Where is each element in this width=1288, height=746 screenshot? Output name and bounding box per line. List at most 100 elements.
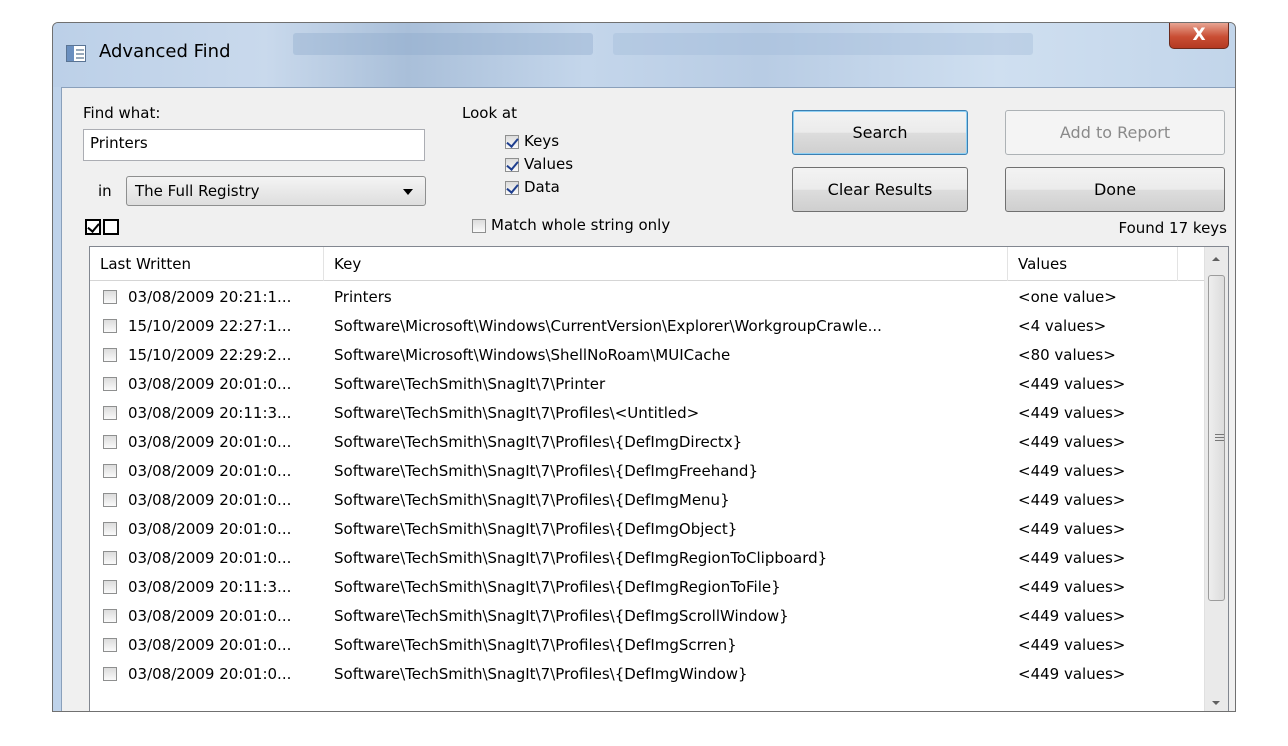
- search-button[interactable]: Search: [792, 110, 968, 155]
- cell-key: Printers: [334, 288, 392, 306]
- cell-values: <449 values>: [1018, 375, 1126, 393]
- cell-key: Software\Microsoft\Windows\CurrentVersio…: [334, 317, 882, 335]
- cell-values: <449 values>: [1018, 491, 1126, 509]
- scroll-thumb[interactable]: [1208, 275, 1225, 601]
- scroll-up-icon[interactable]: [1205, 247, 1228, 271]
- table-row[interactable]: 03/08/2009 20:01:0... Software\TechSmith\…: [90, 372, 1204, 397]
- table-row[interactable]: 03/08/2009 20:01:0... Software\TechSmith\…: [90, 459, 1204, 484]
- table-row[interactable]: 03/08/2009 20:01:0... Software\TechSmith\…: [90, 662, 1204, 687]
- table-row[interactable]: 15/10/2009 22:27:1... Software\Microsoft\…: [90, 314, 1204, 339]
- close-icon: X: [1192, 25, 1206, 45]
- row-checkbox[interactable]: [103, 638, 117, 652]
- checkbox-icon: [505, 134, 519, 149]
- table-row[interactable]: 03/08/2009 20:01:0... Software\TechSmith\…: [90, 430, 1204, 455]
- vertical-scrollbar[interactable]: [1204, 247, 1228, 711]
- column-header-last-written[interactable]: Last Written: [90, 247, 324, 281]
- background-ghost: [613, 33, 1033, 55]
- cell-key: Software\TechSmith\SnagIt\7\Profiles\{De…: [334, 462, 758, 480]
- cell-values: <449 values>: [1018, 549, 1126, 567]
- clear-results-button[interactable]: Clear Results: [792, 167, 968, 212]
- row-checkbox[interactable]: [103, 319, 117, 333]
- background-ghost: [293, 33, 593, 55]
- look-at-keys-label: Keys: [524, 132, 560, 150]
- cell-values: <449 values>: [1018, 404, 1126, 422]
- row-checkbox[interactable]: [103, 290, 117, 304]
- cell-values: <449 values>: [1018, 462, 1126, 480]
- column-header-values[interactable]: Values: [1008, 247, 1178, 281]
- dialog-client: Find what: Printers in The Full Registry…: [61, 87, 1235, 711]
- cell-last-written: 03/08/2009 20:01:0...: [128, 462, 292, 480]
- cell-key: Software\TechSmith\SnagIt\7\Profiles\<Un…: [334, 404, 700, 422]
- cell-last-written: 15/10/2009 22:29:2...: [128, 346, 292, 364]
- cell-values: <449 values>: [1018, 433, 1126, 451]
- cell-values: <449 values>: [1018, 665, 1126, 683]
- column-header-filler: [1178, 247, 1206, 281]
- chevron-down-icon: [403, 189, 413, 195]
- row-checkbox[interactable]: [103, 493, 117, 507]
- window-app-icon: [66, 45, 86, 62]
- check-all-icon[interactable]: [85, 219, 101, 235]
- advanced-find-window: Advanced Find X Find what: Printers in T…: [52, 22, 1236, 712]
- match-whole-string-checkbox[interactable]: Match whole string only: [472, 216, 670, 234]
- table-row[interactable]: 03/08/2009 20:21:1... Printers <one value>: [90, 285, 1204, 310]
- cell-key: Software\TechSmith\SnagIt\7\Printer: [334, 375, 606, 393]
- cell-last-written: 15/10/2009 22:27:1...: [128, 317, 292, 335]
- look-at-label: Look at: [462, 104, 517, 122]
- look-at-data-checkbox[interactable]: Data: [505, 178, 560, 196]
- cell-last-written: 03/08/2009 20:01:0...: [128, 607, 292, 625]
- add-to-report-button: Add to Report: [1005, 110, 1225, 155]
- find-what-input[interactable]: Printers: [83, 129, 425, 161]
- cell-last-written: 03/08/2009 20:01:0...: [128, 665, 292, 683]
- table-row[interactable]: 03/08/2009 20:01:0... Software\TechSmith\…: [90, 488, 1204, 513]
- cell-key: Software\TechSmith\SnagIt\7\Profiles\{De…: [334, 636, 737, 654]
- row-checkbox[interactable]: [103, 348, 117, 362]
- row-checkbox[interactable]: [103, 522, 117, 536]
- done-button[interactable]: Done: [1005, 167, 1225, 212]
- cell-last-written: 03/08/2009 20:01:0...: [128, 520, 292, 538]
- scroll-down-icon[interactable]: [1205, 691, 1228, 711]
- look-at-values-label: Values: [524, 155, 574, 173]
- row-checkbox[interactable]: [103, 580, 117, 594]
- row-checkbox[interactable]: [103, 435, 117, 449]
- column-header-key[interactable]: Key: [324, 247, 1008, 281]
- table-row[interactable]: 03/08/2009 20:11:3... Software\TechSmith\…: [90, 401, 1204, 426]
- search-scope-select[interactable]: The Full Registry: [126, 176, 426, 206]
- cell-values: <449 values>: [1018, 578, 1126, 596]
- list-header: Last Written Key Values: [90, 247, 1228, 281]
- row-checkbox[interactable]: [103, 464, 117, 478]
- title-bar[interactable]: Advanced Find X: [53, 23, 1235, 87]
- find-what-label: Find what:: [83, 104, 161, 122]
- found-count-status: Found 17 keys: [1118, 219, 1227, 237]
- cell-values: <80 values>: [1018, 346, 1116, 364]
- cell-key: Software\TechSmith\SnagIt\7\Profiles\{De…: [334, 433, 743, 451]
- checkbox-icon: [505, 157, 519, 172]
- checkbox-icon: [505, 180, 519, 195]
- table-row[interactable]: 03/08/2009 20:01:0... Software\TechSmith\…: [90, 633, 1204, 658]
- look-at-data-label: Data: [524, 178, 560, 196]
- results-list[interactable]: Last Written Key Values 03/08/2009 20:21…: [89, 246, 1229, 711]
- in-label: in: [98, 182, 112, 200]
- look-at-keys-checkbox[interactable]: Keys: [505, 132, 559, 150]
- table-row[interactable]: 15/10/2009 22:29:2... Software\Microsoft\…: [90, 343, 1204, 368]
- cell-key: Software\TechSmith\SnagIt\7\Profiles\{De…: [334, 607, 789, 625]
- row-checkbox[interactable]: [103, 667, 117, 681]
- cell-values: <one value>: [1018, 288, 1117, 306]
- look-at-values-checkbox[interactable]: Values: [505, 155, 573, 173]
- table-row[interactable]: 03/08/2009 20:01:0... Software\TechSmith\…: [90, 604, 1204, 629]
- close-button[interactable]: X: [1169, 23, 1229, 49]
- cell-last-written: 03/08/2009 20:11:3...: [128, 404, 292, 422]
- cell-key: Software\TechSmith\SnagIt\7\Profiles\{De…: [334, 491, 730, 509]
- row-checkbox[interactable]: [103, 551, 117, 565]
- row-checkbox[interactable]: [103, 406, 117, 420]
- search-scope-value: The Full Registry: [135, 182, 260, 200]
- cell-key: Software\TechSmith\SnagIt\7\Profiles\{De…: [334, 665, 748, 683]
- table-row[interactable]: 03/08/2009 20:11:3... Software\TechSmith\…: [90, 575, 1204, 600]
- cell-last-written: 03/08/2009 20:01:0...: [128, 636, 292, 654]
- cell-key: Software\TechSmith\SnagIt\7\Profiles\{De…: [334, 578, 781, 596]
- table-row[interactable]: 03/08/2009 20:01:0... Software\TechSmith\…: [90, 517, 1204, 542]
- uncheck-all-icon[interactable]: [103, 219, 119, 235]
- table-row[interactable]: 03/08/2009 20:01:0... Software\TechSmith\…: [90, 546, 1204, 571]
- row-checkbox[interactable]: [103, 377, 117, 391]
- cell-last-written: 03/08/2009 20:01:0...: [128, 491, 292, 509]
- row-checkbox[interactable]: [103, 609, 117, 623]
